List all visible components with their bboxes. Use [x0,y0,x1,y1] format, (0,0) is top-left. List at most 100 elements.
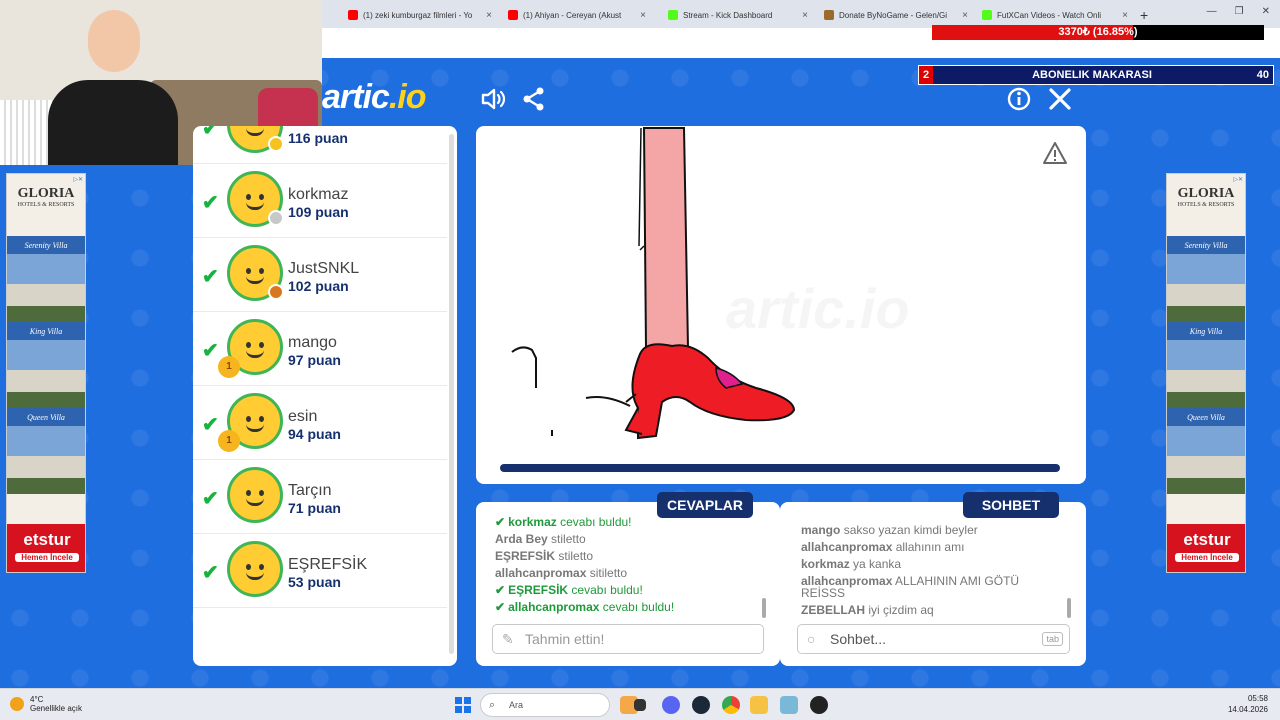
status-badge [268,136,284,152]
answer-text: cevabı buldu! [571,583,643,597]
player-row[interactable]: ✔ Tarçın 71 puan [193,460,447,534]
pencil-icon: ✎ [502,631,514,647]
tab-title: Stream - Kick Dashboard [683,10,773,20]
guessed-check-icon: ✔ [202,266,219,288]
taskbar-search[interactable]: ⌕ Ara [480,693,610,717]
logo-suffix: .io [388,78,427,116]
share-icon[interactable] [520,86,548,114]
info-icon[interactable] [1005,86,1033,114]
guessed-check-icon: ✔ [202,126,219,140]
player-points: 53 puan [288,574,341,590]
ad-villa-label: Queen Villa [27,413,65,422]
player-row[interactable]: ✔ korkmaz 109 puan [193,164,447,238]
bynogame-icon [824,10,834,20]
task-view-icon[interactable] [634,699,646,711]
chrome-icon[interactable] [722,696,740,714]
browser-tab[interactable]: Stream - Kick Dashboard × [662,4,814,26]
youtube-icon [348,10,358,20]
window-controls: — ❐ ✕ [1207,6,1270,17]
answer-message: ✔ EŞREFSİK cevabı buldu! [495,583,643,597]
obs-icon[interactable] [810,696,828,714]
ad-villa-image: Queen Villa [1167,408,1245,494]
drawing-canvas[interactable]: artic.io [476,126,1086,484]
guessed-check-icon: ✔ [202,562,219,584]
ad-brand-sub: HOTELS & RESORTS [1177,202,1235,208]
close-tab-icon[interactable]: × [1122,10,1128,21]
player-points: 102 puan [288,278,349,294]
chat-text: ALLAHININ AMI GÖTÜ [895,574,1020,588]
report-warning-icon[interactable] [1042,140,1068,166]
minimize-icon[interactable]: — [1207,6,1217,17]
answer-user: Arda Bey [495,532,548,546]
ad-brand: GLORIA HOTELS & RESORTS [7,174,85,236]
chat-scrollbar[interactable] [1067,598,1071,618]
ad-villa-image: Queen Villa [7,408,85,494]
player-name: EŞREFSİK [288,556,368,573]
chat-panel: SOHBET mango sakso yazan kimdi beyler all… [780,492,1086,666]
chat-title: SOHBET [963,492,1059,518]
avatar: 1 [218,393,283,452]
player-row[interactable]: ✔ 1 mango 97 puan [193,312,447,386]
close-tab-icon[interactable]: × [802,10,808,21]
ad-brand-sub: HOTELS & RESORTS [17,202,75,208]
answer-user: allahcanpromax [495,566,587,580]
windows-start-icon[interactable] [455,697,471,713]
close-tab-icon[interactable]: × [962,10,968,21]
close-tab-icon[interactable]: × [486,10,492,21]
abonelik-label: ABONELIK MAKARASI [1032,69,1152,81]
new-tab-button[interactable]: + [1134,4,1154,26]
maximize-icon[interactable]: ❐ [1235,6,1244,17]
ad-villa-label: Serenity Villa [1184,241,1228,250]
steam-icon[interactable] [692,696,710,714]
close-game-icon[interactable] [1046,86,1074,114]
discord-icon[interactable] [662,696,680,714]
player-row[interactable]: ✔ZEBELLAH116 puan [193,126,447,164]
tab-title: (1) Ahiyan - Cereyan (Akust [523,10,622,20]
answer-user: korkmaz [508,515,557,529]
chat-text: iyi çizdim aq [868,603,934,617]
ad-ets-banner[interactable]: etstur Hemen İncele [1167,524,1245,572]
answers-scrollbar[interactable] [762,598,766,618]
player-row[interactable]: ✔ 1 esin 94 puan [193,386,447,460]
weather-widget[interactable]: 4°C Genellikle açık [10,695,82,713]
browser-tab[interactable]: (1) Ahiyan - Cereyan (Akust × [502,4,652,26]
system-clock[interactable]: 05:58 14.04.2026 [1228,693,1268,715]
ad-cta-button[interactable]: Hemen İncele [1175,553,1239,562]
answer-message: ✔ korkmaz cevabı buldu! [495,515,632,529]
sound-icon[interactable] [479,86,507,114]
file-explorer-icon[interactable] [750,696,768,714]
ad-villa-image: Serenity Villa [1167,236,1245,322]
advertisement-left[interactable]: ▷✕ GLORIA HOTELS & RESORTS Serenity Villa… [6,173,86,573]
close-tab-icon[interactable]: × [640,10,646,21]
ad-choices-icon[interactable]: ▷✕ [1233,176,1243,183]
player-row[interactable]: ✔ EŞREFSİK 53 puan [193,534,447,608]
answer-message: allahcanpromax sitiletto [495,566,627,580]
guessed-check-icon: ✔ [202,488,219,510]
player-points: 116 puan [288,130,348,146]
chat-user: ZEBELLAH [801,603,865,617]
player-row[interactable]: ✔ JustSNKL 102 puan [193,238,447,312]
browser-tab[interactable]: FutXCan Videos - Watch Onli × [976,4,1134,26]
windows-taskbar: 4°C Genellikle açık ⌕ Ara 05:58 14.04.2026 [0,688,1280,720]
ad-choices-icon[interactable]: ▷✕ [73,176,83,183]
answer-text: sitiletto [589,566,628,580]
close-window-icon[interactable]: ✕ [1262,6,1270,17]
chat-message: REİSSS [801,586,845,600]
ad-brand-name: GLORIA [1177,186,1235,201]
chat-input[interactable]: ○ Sohbet... tab [797,624,1070,654]
chat-message: mango sakso yazan kimdi beyler [801,523,978,537]
answer-user: EŞREFSİK [495,549,556,563]
answers-title: CEVAPLAR [657,492,753,518]
correct-check-icon: ✔ [495,600,506,614]
player-points: 94 puan [288,426,341,442]
browser-tab[interactable]: Donate ByNoGame - Gelen/Gi × [818,4,974,26]
settings-icon[interactable] [780,696,798,714]
advertisement-right[interactable]: ▷✕ GLORIA HOTELS & RESORTS Serenity Villa… [1166,173,1246,573]
browser-tab[interactable]: (1) zeki kumburgaz filmleri - Yo × [342,4,498,26]
player-list[interactable]: ✔ZEBELLAH116 puan✔korkmaz109 puan✔JustSN… [193,126,457,666]
ad-cta-button[interactable]: Hemen İncele [15,553,79,562]
guess-input[interactable]: ✎ Tahmin ettin! [492,624,764,654]
player-list-scrollbar[interactable] [449,134,454,654]
chat-text: allahının amı [895,540,965,554]
ad-ets-banner[interactable]: etstur Hemen İncele [7,524,85,572]
